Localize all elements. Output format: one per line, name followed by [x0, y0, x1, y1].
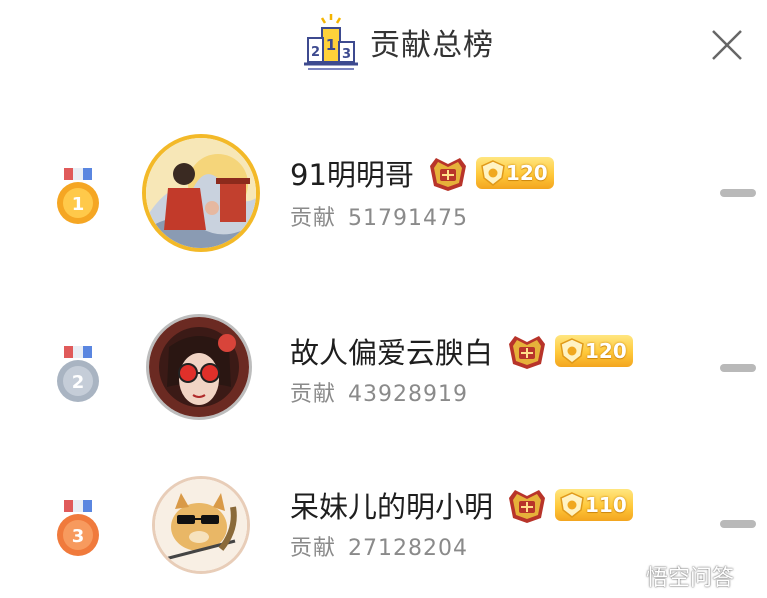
level-value: 120	[585, 339, 627, 363]
ranking-row-2[interactable]: 2 故人偏爱云腴白 120 贡献 43928919	[0, 292, 767, 442]
rank-number: 3	[72, 526, 85, 547]
user-name[interactable]: 呆妹儿的明小明	[290, 484, 493, 526]
contribution-line: 贡献 43928919	[290, 376, 468, 408]
contribution-label: 贡献	[290, 536, 337, 561]
contribution-line: 贡献 27128204	[290, 530, 468, 562]
row-handle[interactable]	[720, 520, 756, 528]
avatar[interactable]	[142, 134, 260, 252]
user-name[interactable]: 故人偏爱云腴白	[290, 330, 493, 372]
watermark: 悟空问答	[612, 560, 734, 592]
rank-number: 1	[72, 194, 85, 215]
contribution-label: 贡献	[290, 382, 337, 407]
watermark-logo-icon	[613, 568, 641, 586]
level-badge: 110	[555, 489, 633, 521]
crown-badge-icon	[429, 158, 466, 191]
podium-icon: 1 2 3	[304, 14, 358, 70]
level-badge: 120	[555, 335, 633, 367]
contribution-value: 51791475	[348, 206, 468, 231]
contribution-value: 27128204	[348, 536, 468, 561]
user-name[interactable]: 91明明哥	[290, 152, 414, 194]
contribution-label: 贡献	[290, 206, 337, 231]
level-value: 110	[585, 493, 627, 517]
svg-text:3: 3	[342, 47, 351, 62]
page-title: 贡献总榜	[370, 28, 494, 63]
row-handle[interactable]	[720, 189, 756, 197]
crown-badge-icon	[509, 336, 546, 369]
svg-text:2: 2	[311, 45, 320, 60]
svg-text:1: 1	[326, 36, 336, 54]
ranking-row-1[interactable]: 1 91明明哥 120 贡献 51791475	[0, 118, 767, 268]
name-line: 呆妹儿的明小明 110	[290, 484, 633, 526]
silver-medal-icon: 2	[57, 346, 99, 402]
title-wrap: 1 2 3 贡献总榜	[302, 12, 494, 72]
avatar[interactable]	[152, 476, 250, 574]
header: 1 2 3 贡献总榜	[0, 0, 767, 90]
name-line: 故人偏爱云腴白 120	[290, 330, 633, 372]
close-icon[interactable]	[708, 26, 746, 64]
name-line: 91明明哥 120	[290, 152, 554, 194]
shield-icon	[560, 492, 584, 518]
contribution-line: 贡献 51791475	[290, 200, 468, 232]
rank-number: 2	[72, 372, 85, 393]
avatar[interactable]	[146, 314, 252, 420]
row-handle[interactable]	[720, 364, 756, 372]
contribution-value: 43928919	[348, 382, 468, 407]
gold-medal-icon: 1	[57, 168, 99, 224]
shield-icon	[481, 160, 505, 186]
bronze-medal-icon: 3	[57, 500, 99, 556]
shield-icon	[560, 338, 584, 364]
watermark-text: 悟空问答	[646, 566, 735, 591]
crown-badge-icon	[509, 490, 546, 523]
level-value: 120	[505, 161, 548, 185]
level-badge: 120	[475, 157, 554, 189]
